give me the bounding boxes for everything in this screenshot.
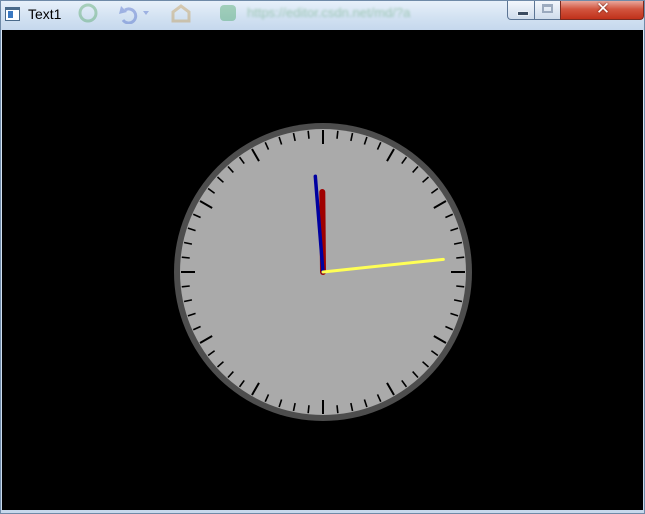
app-window: Text1 https://editor.csdn.net/md/?a ✕ xyxy=(0,0,645,514)
background-browser-shield-icon xyxy=(220,5,236,21)
minimize-button[interactable] xyxy=(507,1,535,20)
minute-tick xyxy=(336,130,339,139)
analog-clock xyxy=(174,123,472,421)
maximize-button[interactable] xyxy=(534,1,561,20)
app-icon[interactable] xyxy=(5,7,20,21)
minute-tick xyxy=(456,285,465,288)
window-title: Text1 xyxy=(28,6,62,22)
title-bar[interactable]: Text1 https://editor.csdn.net/md/?a ✕ xyxy=(1,0,644,30)
minute-tick xyxy=(456,256,465,259)
minute-tick xyxy=(181,285,190,288)
maximize-icon xyxy=(542,4,553,13)
background-browser-toolbar-icon xyxy=(78,3,191,24)
minimize-icon xyxy=(517,11,529,16)
close-button[interactable]: ✕ xyxy=(560,0,644,20)
close-icon: ✕ xyxy=(595,0,611,19)
minute-tick xyxy=(336,405,339,414)
clock-canvas xyxy=(2,30,643,510)
minute-tick xyxy=(307,405,310,414)
background-browser-url: https://editor.csdn.net/md/?a xyxy=(247,5,411,20)
minute-tick xyxy=(307,130,310,139)
minute-tick xyxy=(181,256,190,259)
